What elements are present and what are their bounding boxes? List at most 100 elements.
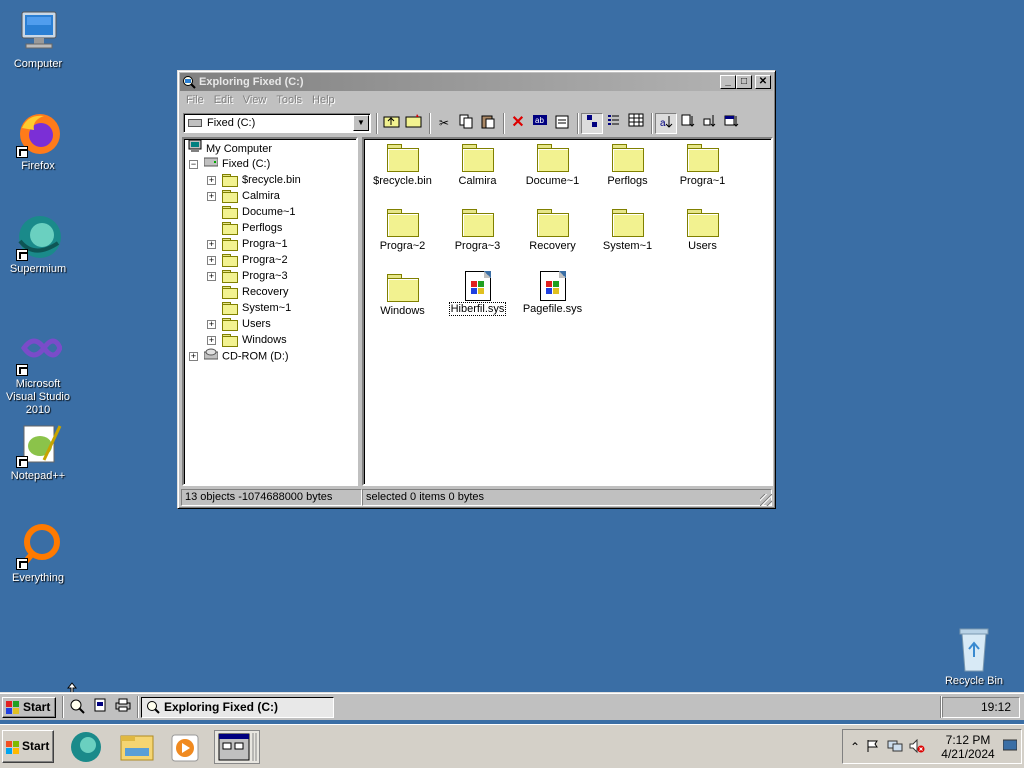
sort-by-size-button[interactable] <box>699 113 721 134</box>
resize-grip[interactable] <box>760 494 772 506</box>
tree-item[interactable]: Recovery <box>222 284 288 300</box>
calmira-taskbar-icon[interactable] <box>214 730 260 764</box>
file-item[interactable]: Progra~1 <box>665 144 740 187</box>
file-item[interactable]: Docume~1 <box>515 144 590 187</box>
desktop-icon-recycle-bin[interactable]: Recycle Bin <box>936 625 1012 688</box>
file-item[interactable]: $recycle.bin <box>365 144 440 187</box>
menu-file[interactable]: File <box>181 92 209 108</box>
menu-view[interactable]: View <box>238 92 272 108</box>
expand-toggle[interactable]: + <box>207 192 216 201</box>
media-player-taskbar-icon[interactable] <box>166 730 206 764</box>
explorer-quick-icon[interactable] <box>68 698 86 716</box>
chevron-down-icon[interactable]: ▼ <box>353 115 369 131</box>
calmira-start-button[interactable]: Start <box>2 697 56 718</box>
collapse-toggle[interactable]: − <box>189 160 198 169</box>
sort-by-type-button[interactable] <box>677 113 699 134</box>
maximize-button[interactable]: □ <box>736 75 752 89</box>
tree-item[interactable]: Windows <box>222 332 287 348</box>
file-list[interactable]: $recycle.bin Calmira Docume~1 Perflogs P… <box>362 137 773 486</box>
drive-select[interactable]: Fixed (C:) ▼ <box>183 113 371 133</box>
large-icons-view-button[interactable] <box>581 113 603 134</box>
desktop-icon-label: Supermium <box>9 263 67 275</box>
folder-icon <box>222 254 238 268</box>
supermium-taskbar-icon[interactable] <box>66 730 106 764</box>
menu-tools[interactable]: Tools <box>271 92 307 108</box>
calmira-clock[interactable]: 19:12 <box>942 697 1020 718</box>
tree-item[interactable]: $recycle.bin <box>222 172 301 188</box>
cut-icon[interactable]: ✂ <box>433 113 455 134</box>
tree-item[interactable]: Progra~2 <box>222 252 288 268</box>
desktop-icon-supermium[interactable]: Supermium <box>0 213 76 276</box>
expand-toggle[interactable]: + <box>189 352 198 361</box>
tree-item-fixed-c[interactable]: Fixed (C:) <box>203 156 270 172</box>
folder-icon <box>222 206 238 220</box>
tree-item[interactable]: Docume~1 <box>222 204 296 220</box>
menu-help[interactable]: Help <box>307 92 340 108</box>
desktop-icon-computer[interactable]: Computer <box>0 8 76 71</box>
file-item[interactable]: Hiberfil.sys <box>440 271 515 316</box>
tree-item[interactable]: Users <box>222 316 271 332</box>
expand-toggle[interactable]: + <box>207 320 216 329</box>
tree-item[interactable]: Progra~3 <box>222 268 288 284</box>
desktop-icon-everything[interactable]: Everything <box>0 522 76 585</box>
volume-muted-icon[interactable] <box>909 738 925 755</box>
copy-icon[interactable] <box>455 113 477 134</box>
desktop-icon-firefox[interactable]: Firefox <box>0 110 76 173</box>
rename-icon[interactable]: ab <box>529 113 551 134</box>
expand-toggle[interactable]: + <box>207 336 216 345</box>
folder-tree[interactable]: My Computer − Fixed (C:) + $recycle.bin … <box>182 137 358 486</box>
status-selection: selected 0 items 0 bytes <box>362 489 772 506</box>
system-file-icon <box>539 271 566 301</box>
windows-logo-icon <box>6 741 19 754</box>
delete-icon[interactable]: ✕ <box>507 113 529 134</box>
folder-icon <box>386 274 419 302</box>
file-item[interactable]: Users <box>665 209 740 252</box>
folder-icon <box>461 144 494 172</box>
tree-item[interactable]: Calmira <box>222 188 280 204</box>
file-item[interactable]: System~1 <box>590 209 665 252</box>
expand-toggle[interactable]: + <box>207 240 216 249</box>
taskbar-item-explorer[interactable]: Exploring Fixed (C:) <box>141 697 334 718</box>
system-clock[interactable]: 7:12 PM 4/21/2024 <box>933 733 1003 761</box>
file-item[interactable]: Recovery <box>515 209 590 252</box>
map-drive-button[interactable] <box>403 113 425 134</box>
tree-item[interactable]: Progra~1 <box>222 236 288 252</box>
file-explorer-taskbar-icon[interactable] <box>117 730 157 764</box>
action-center-flag-icon[interactable] <box>865 739 881 755</box>
expand-toggle[interactable]: + <box>207 272 216 281</box>
list-view-button[interactable] <box>603 113 625 134</box>
tree-item-my-computer[interactable]: My Computer <box>188 139 272 156</box>
tree-item[interactable]: System~1 <box>222 300 291 316</box>
file-item[interactable]: Progra~3 <box>440 209 515 252</box>
sort-by-name-button[interactable]: a <box>655 113 677 134</box>
sort-by-date-button[interactable] <box>721 113 743 134</box>
file-item[interactable]: Perflogs <box>590 144 665 187</box>
file-item[interactable]: Calmira <box>440 144 515 187</box>
properties-icon[interactable] <box>551 113 573 134</box>
run-quick-icon[interactable] <box>91 698 109 716</box>
file-item[interactable]: Windows <box>365 274 440 317</box>
minimize-button[interactable]: _ <box>720 75 736 89</box>
paste-icon[interactable] <box>477 113 499 134</box>
printer-quick-icon[interactable] <box>114 698 132 716</box>
status-bar: 13 objects -1074688000 bytes selected 0 … <box>181 489 772 506</box>
show-desktop-icon[interactable] <box>1002 739 1018 755</box>
expand-toggle[interactable]: + <box>207 176 216 185</box>
windows-logo-icon <box>6 701 19 714</box>
menu-edit[interactable]: Edit <box>209 92 238 108</box>
close-button[interactable]: ✕ <box>755 75 771 89</box>
chevron-up-icon[interactable]: ⌃ <box>847 739 863 755</box>
file-item[interactable]: Pagefile.sys <box>515 271 590 315</box>
desktop-icon-notepadpp[interactable]: Notepad++ <box>0 420 76 483</box>
expand-toggle[interactable]: + <box>207 256 216 265</box>
network-icon[interactable] <box>887 739 903 755</box>
up-folder-button[interactable] <box>381 113 403 134</box>
tree-item-cdrom[interactable]: CD-ROM (D:) <box>203 348 289 364</box>
windows-start-button[interactable]: Start <box>2 730 54 763</box>
title-bar[interactable]: Exploring Fixed (C:) _ □ ✕ <box>180 73 773 91</box>
file-item[interactable]: Progra~2 <box>365 209 440 252</box>
tree-item[interactable]: Perflogs <box>222 220 282 236</box>
details-view-button[interactable] <box>625 113 647 134</box>
desktop-icon-visual-studio[interactable]: Microsoft Visual Studio 2010 <box>0 328 76 417</box>
folder-icon <box>386 144 419 172</box>
